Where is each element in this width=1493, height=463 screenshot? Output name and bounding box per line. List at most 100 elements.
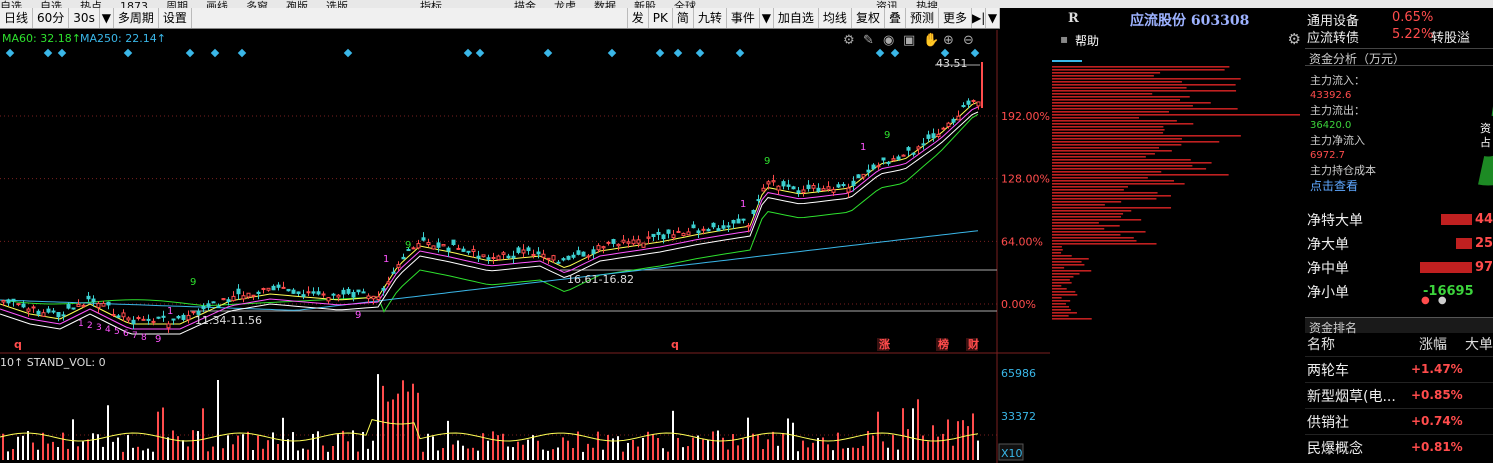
profile-bar — [1052, 138, 1182, 140]
volume-bar — [957, 421, 959, 460]
volume-bar — [252, 449, 254, 460]
profile-bar — [1052, 66, 1230, 68]
volume-bar — [502, 433, 504, 460]
candle-body — [801, 189, 806, 193]
volume-bar — [447, 420, 449, 460]
candle-body — [306, 291, 311, 294]
rank-header-name[interactable]: 名称 — [1307, 334, 1335, 354]
eye-icon[interactable]: ◉ — [883, 33, 894, 48]
volume-bar — [617, 436, 619, 460]
help-label[interactable]: 帮助 — [1075, 32, 1099, 49]
candle-body — [896, 156, 901, 160]
volume-bar — [442, 448, 444, 460]
volume-bar — [432, 436, 434, 460]
volume-bar — [277, 443, 279, 460]
candle-body — [671, 234, 676, 239]
candle-body — [426, 242, 431, 246]
volume-bar — [192, 430, 194, 460]
volume-bar — [67, 448, 69, 460]
candle-body — [56, 311, 61, 318]
profile-bar — [1052, 132, 1164, 134]
volume-bar — [222, 448, 224, 460]
flow-pager[interactable]: ● ● — [1421, 295, 1447, 306]
volume-bar — [522, 444, 524, 460]
candle-body — [921, 143, 926, 146]
candle-body — [76, 303, 81, 307]
rank-header-big[interactable]: 大单 — [1465, 334, 1493, 354]
rank-row[interactable]: 新型烟草(电... +0.85% — [1305, 382, 1493, 408]
profile-bar — [1052, 276, 1074, 278]
candle-body — [686, 231, 691, 236]
ma250-legend: MA250: 22.14↑ — [80, 32, 166, 45]
hand-icon[interactable]: ✋ — [923, 32, 939, 48]
volume-bar — [387, 401, 389, 460]
volume-bar — [457, 440, 459, 460]
net-inflow-value: 6972.7 — [1310, 150, 1345, 161]
candle-body — [96, 302, 101, 308]
volume-bar — [917, 399, 919, 460]
volume-bar — [592, 447, 594, 460]
zoom-out-icon[interactable]: ⊖ — [963, 33, 974, 48]
nine-turn-count: 6 — [123, 329, 129, 339]
price-chart[interactable]: MA60: 32.18↑ MA250: 22.14↑ ⚙ ✎ ◉ ▣ ✋ ⊕ ⊖ 9 9 9 9 9… — [0, 0, 1050, 463]
volume-bar — [212, 446, 214, 460]
profile-bar — [1052, 291, 1076, 293]
candle-body — [366, 295, 371, 300]
volume-bar — [867, 430, 869, 460]
volume-bar — [12, 448, 14, 460]
candle-body — [946, 122, 951, 128]
rank-row[interactable]: 民爆概念 +0.81% — [1305, 434, 1493, 460]
volume-bar — [107, 405, 109, 460]
rank-header-change[interactable]: 涨幅 — [1419, 334, 1447, 354]
candle-body — [216, 305, 221, 308]
brush-icon[interactable]: ✎ — [863, 33, 874, 48]
volume-bar — [912, 408, 914, 460]
candle-body — [711, 222, 716, 228]
profile-bar — [1052, 282, 1072, 284]
candle-body — [941, 127, 946, 130]
volume-bar — [842, 448, 844, 460]
pager-dot-active[interactable]: ● — [1421, 295, 1430, 306]
candle-body — [536, 251, 541, 255]
candle-body — [906, 147, 911, 151]
candle-body — [156, 316, 161, 319]
lock-icon[interactable]: ▣ — [903, 33, 915, 48]
volume-bar — [317, 431, 319, 460]
candle-body — [951, 118, 956, 123]
right-panel: 通用设备 0.65% 应流转债 5.22% 转股溢 资金分析（万元） 主力流入：… — [1305, 8, 1493, 463]
view-link[interactable]: 点击查看 — [1310, 177, 1358, 194]
volume-bar — [282, 417, 284, 460]
candle-body — [641, 242, 646, 248]
volume-bar — [227, 435, 229, 460]
profile-bar — [1052, 252, 1062, 254]
rank-row[interactable]: 供销社 +0.74% — [1305, 408, 1493, 434]
zoom-in-icon[interactable]: ⊕ — [943, 33, 954, 48]
candle-body — [961, 105, 966, 108]
gear-icon[interactable]: ⚙ — [1288, 30, 1301, 48]
nine-turn-marker: 1 — [860, 142, 866, 153]
settings-icon[interactable]: ⚙ — [843, 33, 855, 48]
profile-bar — [1052, 279, 1070, 281]
candle-body — [936, 133, 941, 137]
candle-body — [126, 317, 131, 321]
volume-bar — [762, 449, 764, 460]
candle-body — [651, 233, 656, 238]
volume-bar — [877, 411, 879, 460]
candle-body — [271, 285, 276, 291]
profile-bar — [1052, 195, 1171, 197]
volume-bar — [262, 448, 264, 460]
volume-bar — [347, 441, 349, 460]
volume-bar — [87, 439, 89, 460]
nine-turn-marker: 1 — [167, 306, 173, 317]
candle-body — [971, 99, 976, 102]
volume-bar — [427, 433, 429, 460]
candle-body — [806, 184, 811, 190]
volume-bar — [32, 442, 34, 460]
candle-body — [816, 187, 821, 192]
profile-bar — [1052, 192, 1158, 194]
rank-row[interactable]: 两轮车 +1.47% — [1305, 356, 1493, 382]
pager-dot[interactable]: ● — [1438, 295, 1447, 306]
quote-value: 0.65% — [1392, 10, 1434, 25]
profile-bar — [1052, 225, 1120, 227]
nine-turn-count: 3 — [96, 323, 102, 333]
